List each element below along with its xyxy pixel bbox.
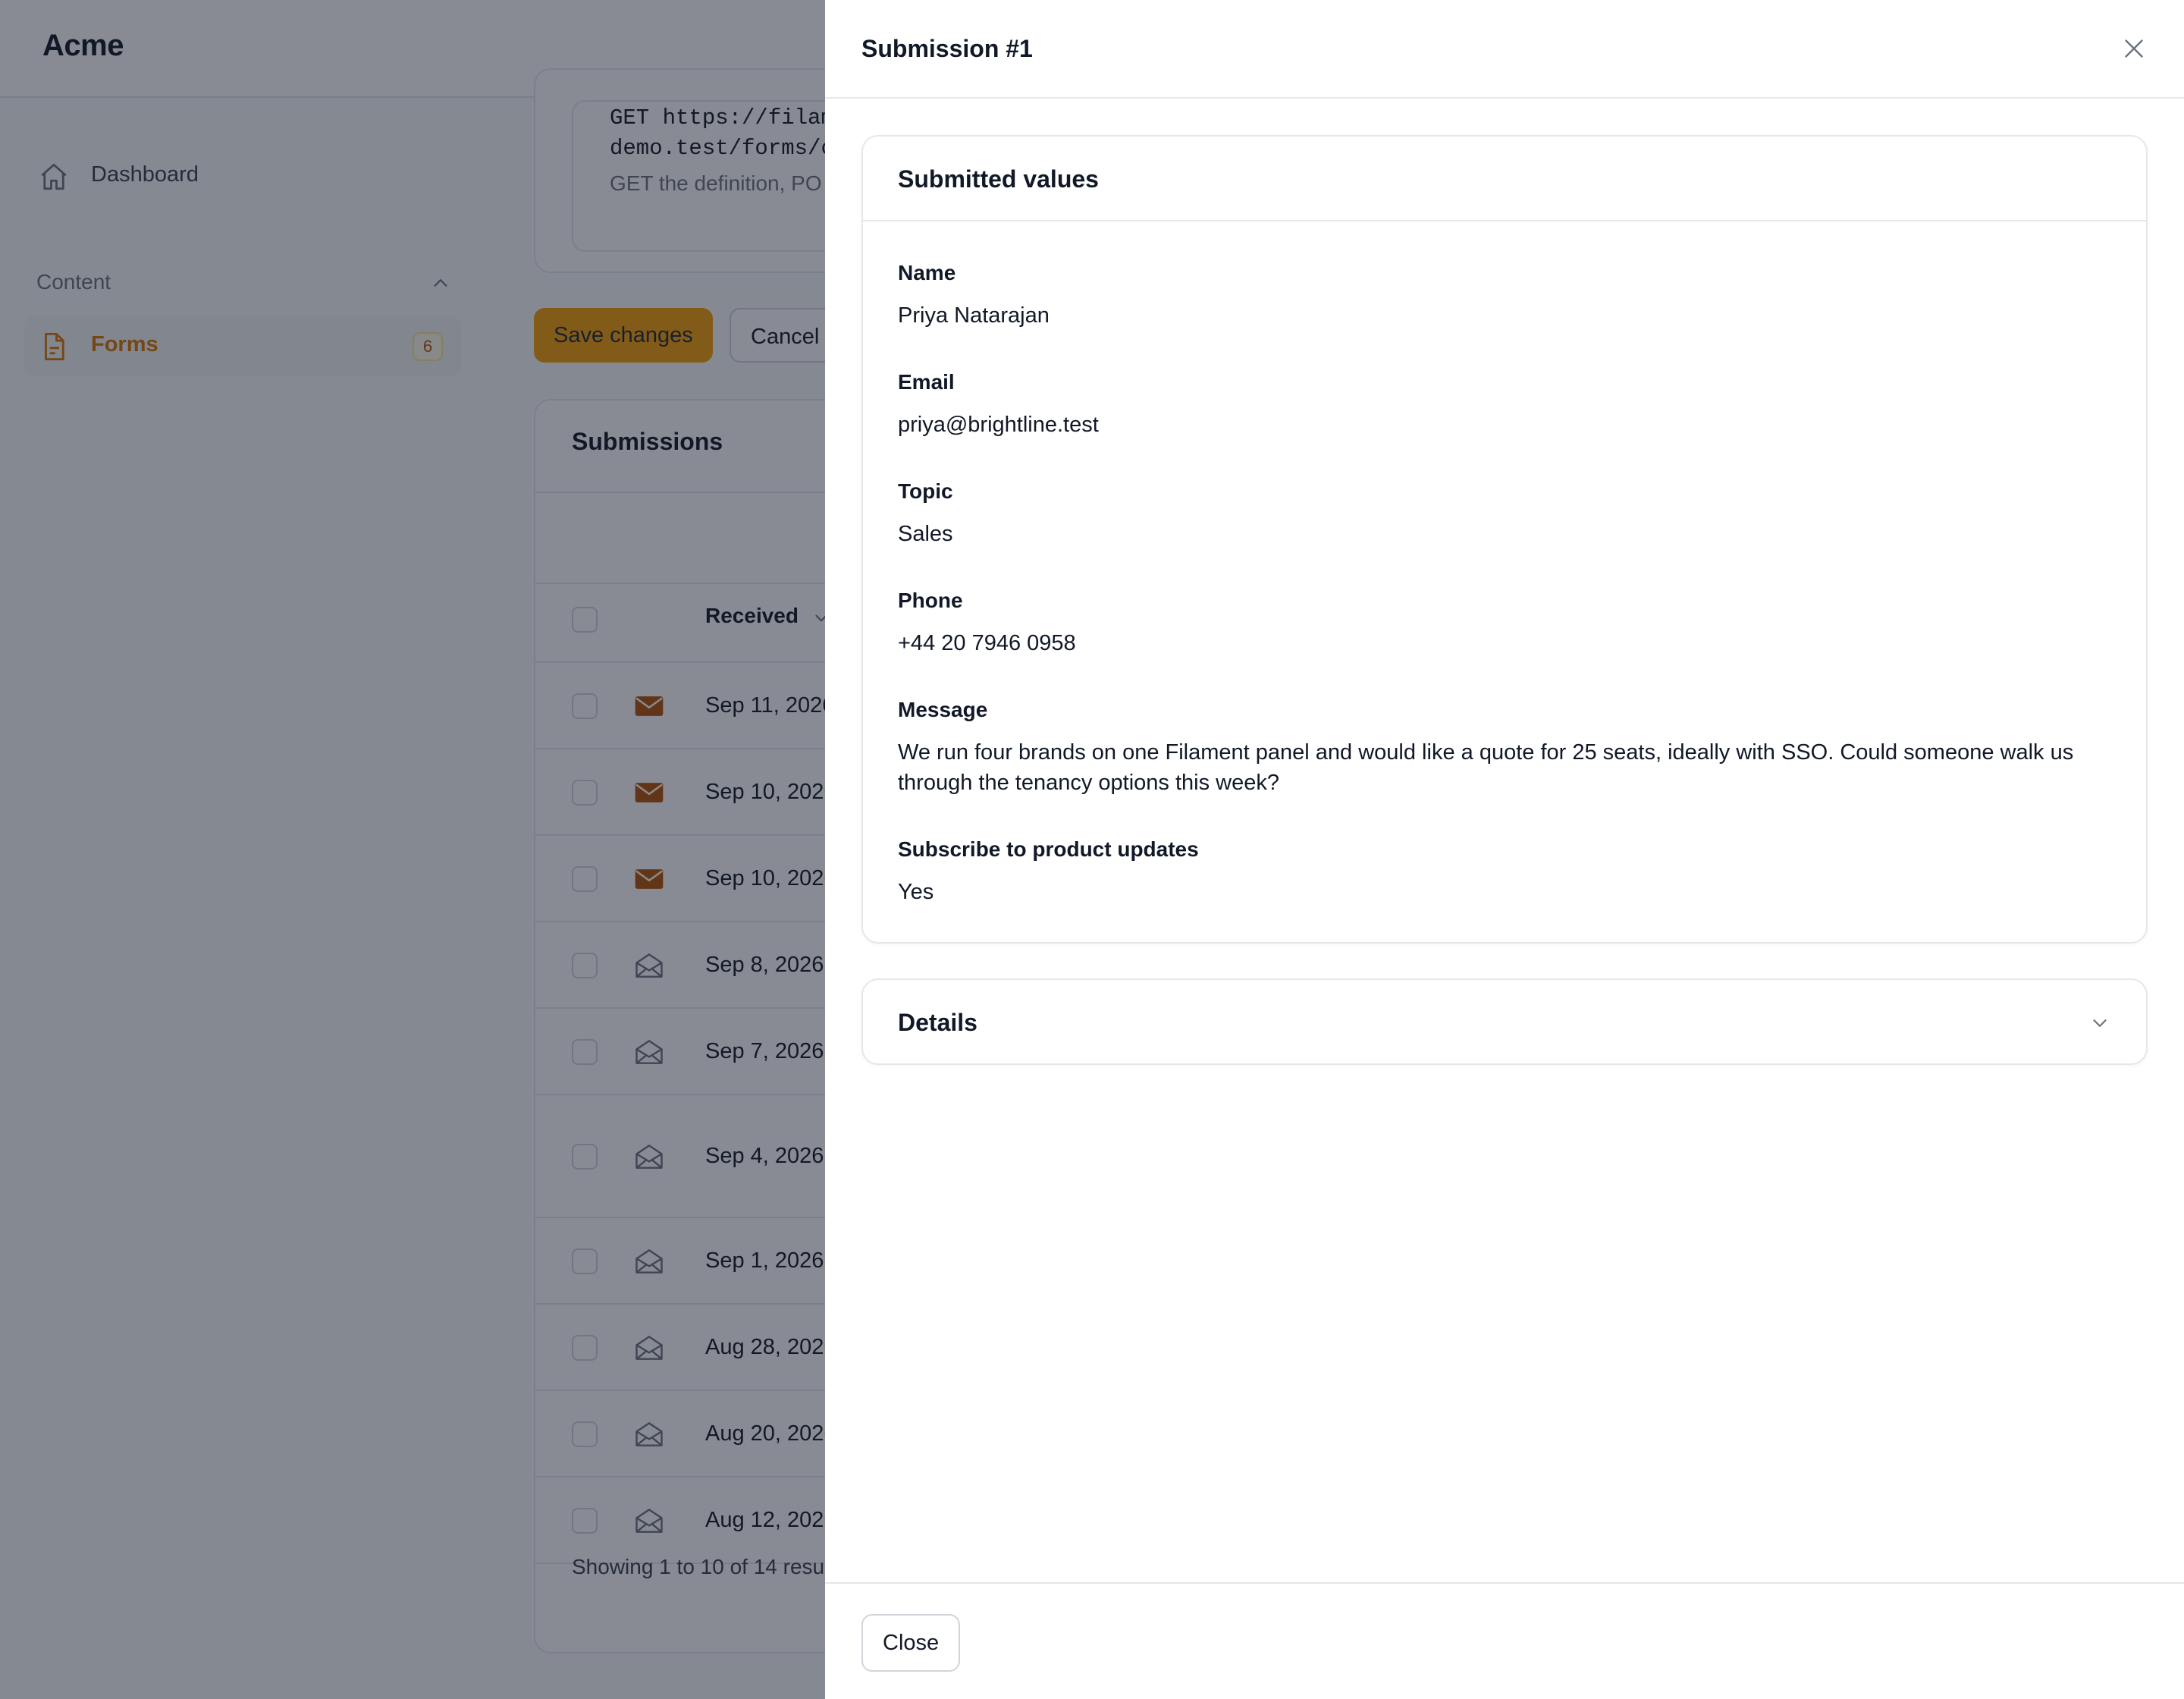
close-button[interactable]: Close (861, 1614, 961, 1672)
chevron-down-icon[interactable] (2088, 1012, 2111, 1035)
field-label-message: Message (898, 698, 988, 721)
submitted-values-card: Submitted values Name Priya Natarajan Em… (861, 135, 2148, 944)
field-label-name: Name (898, 261, 956, 284)
field-label-email: Email (898, 370, 955, 394)
submission-slideover: Submission #1 Submitted values Name Priy… (825, 0, 2184, 1699)
field-label-subscribe: Subscribe to product updates (898, 837, 1199, 861)
card-header: Submitted values (863, 137, 2146, 221)
details-title: Details (898, 1009, 977, 1036)
field-value-subscribe: Yes (898, 880, 934, 904)
field-label-phone: Phone (898, 589, 963, 612)
close-icon[interactable] (2120, 35, 2148, 62)
field-value-phone: +44 20 7946 0958 (898, 631, 1076, 655)
field-value-topic: Sales (898, 522, 953, 546)
field-label-topic: Topic (898, 479, 953, 503)
field-value-name: Priya Natarajan (898, 303, 1050, 328)
details-section[interactable]: Details (861, 978, 2148, 1065)
field-value-email: priya@brightline.test (898, 413, 1099, 437)
slideover-header: Submission #1 (825, 0, 2184, 99)
card-title: Submitted values (898, 165, 1099, 193)
slideover-footer: Close (825, 1582, 2184, 1699)
slideover-title: Submission #1 (861, 35, 1033, 62)
field-value-message: We run four brands on one Filament panel… (898, 740, 2074, 795)
